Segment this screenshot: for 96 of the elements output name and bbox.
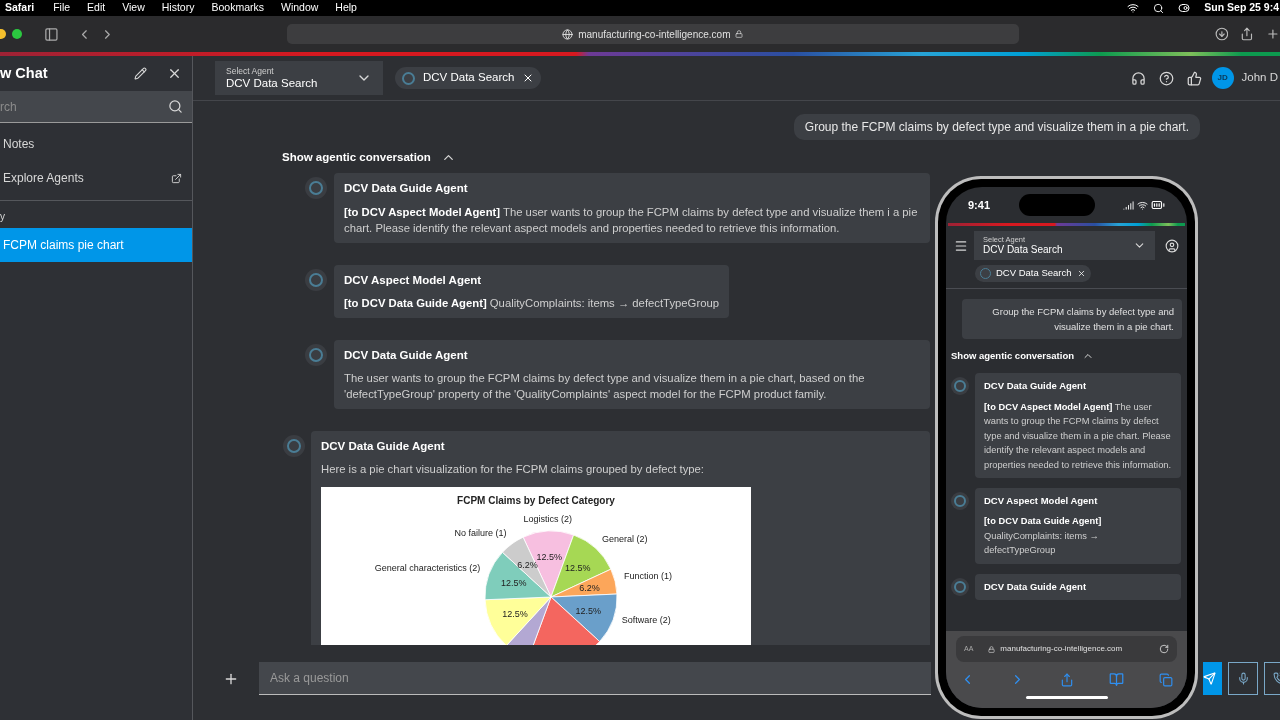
agent-avatar-icon bbox=[305, 343, 327, 366]
menu-clock: Sun Sep 25 9:4 bbox=[1204, 0, 1279, 16]
wifi-icon bbox=[1137, 199, 1148, 211]
menu-item[interactable]: Safari bbox=[5, 0, 35, 16]
agent-avatar-icon bbox=[951, 492, 969, 510]
search-icon[interactable] bbox=[1153, 2, 1165, 14]
menu-item[interactable]: View bbox=[122, 0, 145, 16]
reload-icon[interactable] bbox=[1159, 644, 1169, 654]
message-text: [to DCV Data Guide Agent] QualityComplaints: items → defectTypeGroup bbox=[344, 295, 719, 311]
toggle-icon[interactable] bbox=[1178, 2, 1191, 14]
slice-category-label: No failure (1) bbox=[454, 528, 507, 539]
search-field[interactable]: rch bbox=[0, 91, 192, 123]
message-text: [to DCV Aspect Model Agent] The user wants to group the FCPM claims by defect type and visualize them in a pie chart. Please identify the relevant aspect models and properties needed to retrieve this information. bbox=[984, 400, 1172, 472]
user-avatar[interactable]: JD bbox=[1211, 67, 1234, 89]
sidebar-link[interactable]: Notes bbox=[0, 135, 182, 153]
menu-item[interactable]: Window bbox=[280, 0, 319, 16]
agent-avatar-icon bbox=[305, 268, 327, 291]
slice-percent-label: 12.5% bbox=[536, 552, 563, 563]
microphone-button[interactable] bbox=[1228, 662, 1258, 695]
select-value: DCV Data Search bbox=[983, 244, 1063, 255]
agent-name: DCV Data Guide Agent bbox=[344, 181, 469, 197]
menu-item[interactable]: Help bbox=[335, 0, 357, 16]
user-message: Group the FCPM claims by defect type and visualize them in a pie chart. bbox=[962, 299, 1182, 339]
agent-name: DCV Data Guide Agent bbox=[984, 379, 1088, 394]
slice-percent-label: 6.2% bbox=[579, 582, 600, 593]
slice-category-label: Software (2) bbox=[621, 614, 671, 625]
slice-category-label: General (2) bbox=[601, 533, 648, 544]
microphone-icon bbox=[1236, 672, 1250, 685]
agent-avatar-icon bbox=[951, 577, 969, 596]
menu-item[interactable]: Edit bbox=[87, 0, 106, 16]
thumbs-up-icon[interactable] bbox=[1186, 70, 1202, 86]
lock-icon bbox=[988, 645, 996, 653]
share-icon[interactable] bbox=[1240, 27, 1255, 41]
agent-avatar-icon bbox=[283, 435, 305, 457]
wifi-icon[interactable] bbox=[1127, 2, 1140, 14]
bookmarks-icon[interactable] bbox=[1109, 672, 1124, 687]
slice-percent-label: 12.5% bbox=[501, 578, 527, 589]
slice-category-label: Function (1) bbox=[624, 571, 673, 582]
close-icon[interactable] bbox=[167, 66, 182, 81]
message-text: [to DCV Aspect Model Agent] The user wants to group the FCPM claims by defect type and visualize them i a pie chart. Please identify the relevant aspect models and properties needed to retrieve this information. bbox=[344, 204, 919, 236]
phone-time: 9:41 bbox=[968, 197, 991, 213]
battery-icon bbox=[1151, 198, 1165, 212]
slice-category-label: Logistics (2) bbox=[523, 514, 572, 525]
agent-select[interactable]: Select Agent DCV Data Search bbox=[215, 61, 383, 95]
select-value: DCV Data Search bbox=[226, 77, 318, 89]
agent-chip[interactable]: DCV Data Search bbox=[395, 67, 542, 89]
new-tab-icon[interactable] bbox=[1266, 27, 1280, 41]
url-text: manufacturing-co-intelligence.com bbox=[1000, 643, 1124, 655]
user-name[interactable]: John D bbox=[1241, 69, 1278, 87]
menu-item[interactable]: Bookmarks bbox=[211, 0, 264, 16]
address-bar[interactable]: manufacturing-co-intelligence.com bbox=[287, 24, 1019, 44]
signal-icon bbox=[1123, 199, 1134, 211]
section-label: y bbox=[0, 210, 6, 224]
slice-percent-label: 12.5% bbox=[502, 608, 528, 619]
headset-icon[interactable] bbox=[1130, 70, 1146, 86]
agent-name: DCV Aspect Model Agent bbox=[344, 272, 483, 288]
agent-name: DCV Data Guide Agent bbox=[321, 439, 446, 454]
user-icon[interactable] bbox=[1165, 238, 1179, 253]
lock-icon bbox=[735, 30, 744, 38]
agent-name: DCV Aspect Model Agent bbox=[984, 494, 1099, 508]
toggle-label[interactable]: Show agentic conversation bbox=[282, 149, 431, 167]
zoom-light[interactable] bbox=[11, 29, 22, 39]
slice-percent-label: 6.2% bbox=[517, 560, 538, 571]
question-input[interactable]: Ask a question bbox=[259, 662, 931, 695]
menu-icon[interactable] bbox=[954, 238, 968, 253]
agent-chip[interactable]: DCV Data Search bbox=[975, 265, 1091, 282]
slice-percent-label: 12.5% bbox=[565, 563, 591, 574]
send-button[interactable] bbox=[1203, 662, 1222, 695]
sidebar-title: w Chat bbox=[0, 63, 49, 83]
user-message: Group the FCPM claims by defect type and visualize them in a pie chart. bbox=[793, 114, 1200, 140]
select-label: Select Agent bbox=[226, 67, 275, 76]
help-icon[interactable] bbox=[1158, 70, 1174, 86]
external-link-icon[interactable] bbox=[171, 172, 182, 184]
download-icon[interactable] bbox=[1214, 27, 1229, 41]
message-text: The user wants to group the FCPM claims by defect type and visualize them in a pie chart, based on the 'defectTypeGroup' property of the 'QualityComplaints' aspect model for the FCPM product family. bbox=[344, 371, 866, 402]
tabs-icon[interactable] bbox=[1159, 672, 1173, 687]
menu-item[interactable]: History bbox=[161, 0, 195, 16]
agent-name: DCV Data Guide Agent bbox=[344, 347, 469, 363]
sidebar-icon[interactable] bbox=[43, 26, 59, 42]
sidebar-link[interactable]: Explore Agents bbox=[0, 169, 171, 187]
toggle-label[interactable]: Show agentic conversation bbox=[951, 349, 1074, 364]
agent-avatar-icon bbox=[305, 177, 327, 200]
search-icon[interactable] bbox=[168, 99, 183, 114]
agent-avatar-icon bbox=[951, 377, 969, 396]
globe-icon bbox=[562, 28, 574, 40]
agent-name: DCV Data Guide Agent bbox=[984, 579, 1088, 594]
message-text: [to DCV Data Guide Agent] QualityComplaints: items → defectTypeGroup bbox=[984, 515, 1103, 558]
slice-category-label: General characteristics (2) bbox=[374, 563, 481, 574]
chart-title: FCPM Claims by Defect Category bbox=[457, 495, 615, 507]
close-icon[interactable] bbox=[1076, 269, 1086, 278]
menu-item[interactable]: File bbox=[53, 0, 71, 16]
pencil-icon[interactable] bbox=[134, 67, 147, 80]
url-text: manufacturing-co-intelligence.com bbox=[578, 27, 731, 42]
message-text: Here is a pie chart visualization for the FCPM claims grouped by defect type: bbox=[321, 462, 705, 478]
send-icon bbox=[1203, 672, 1216, 685]
slice-percent-label: 12.5% bbox=[575, 605, 601, 616]
